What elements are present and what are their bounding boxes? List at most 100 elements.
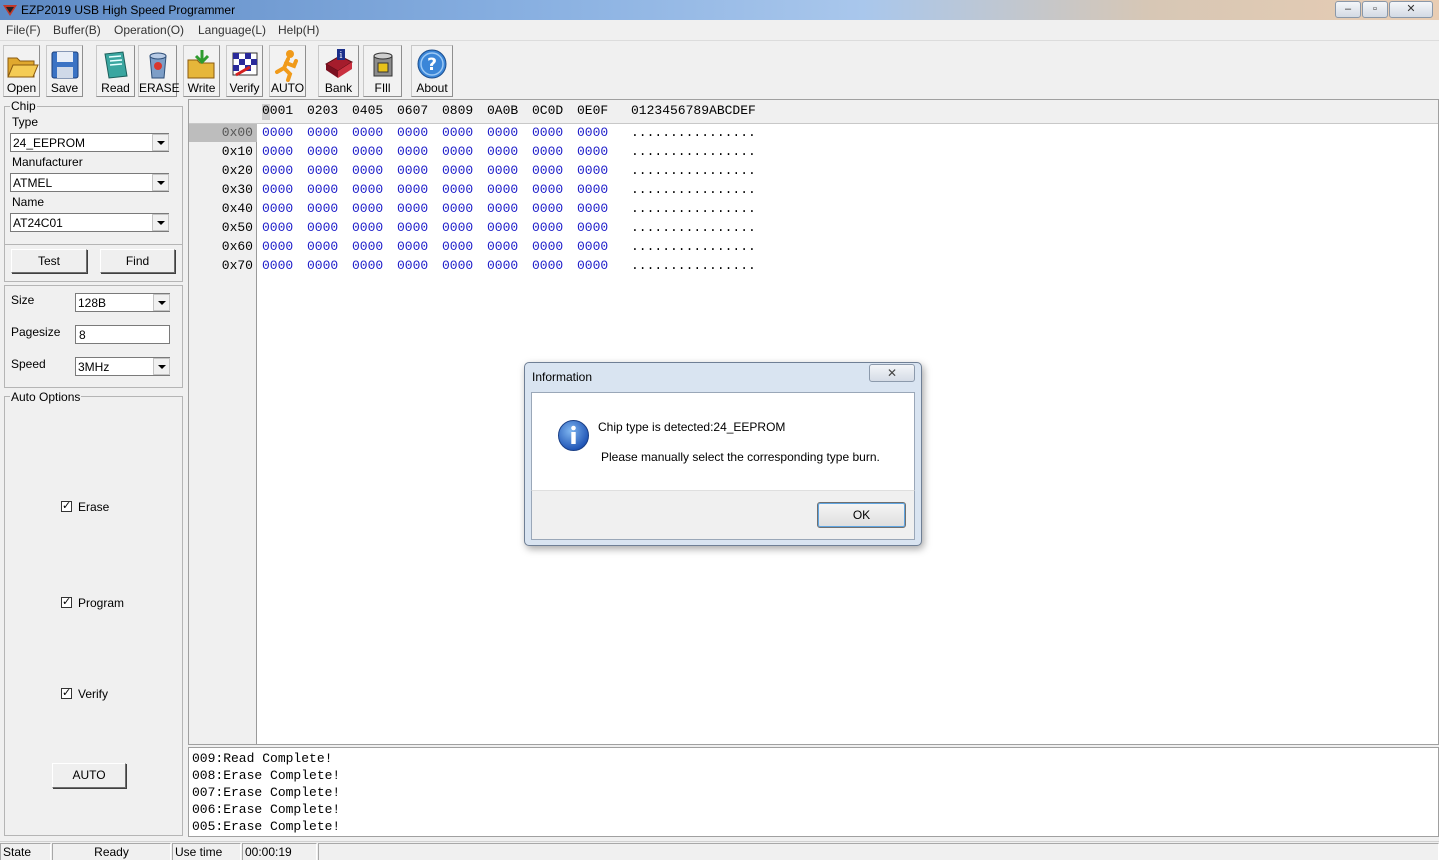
hex-cell: 0000 xyxy=(532,201,564,216)
dialog-message-line1: Chip type is detected:24_EEPROM xyxy=(598,420,786,434)
menu-buffer[interactable]: Buffer(B) xyxy=(53,23,101,37)
ascii-cell: ................ xyxy=(631,239,756,254)
hex-cell: 0000 xyxy=(577,182,609,197)
menu-operation[interactable]: Operation(O) xyxy=(114,23,184,37)
chevron-down-icon[interactable] xyxy=(152,134,169,151)
hex-cell: 0000 xyxy=(532,182,564,197)
hex-cell: 0000 xyxy=(487,239,519,254)
help-question-icon: ? xyxy=(417,49,447,79)
maximize-button[interactable]: ▫ xyxy=(1362,1,1388,18)
find-button[interactable]: Find xyxy=(100,249,175,273)
toolbar: Open Save Read ERASE Write Verify AUTO i… xyxy=(0,42,1439,98)
app-icon[interactable] xyxy=(2,2,18,18)
status-bar: State Ready Use time 00:00:19 xyxy=(0,841,1439,860)
speed-label: Speed xyxy=(11,357,46,371)
hex-cell: 0000 xyxy=(577,144,609,159)
bank-button[interactable]: i Bank xyxy=(318,45,359,97)
row-address: 0x40 xyxy=(221,201,253,216)
name-combo[interactable]: AT24C01 xyxy=(10,213,169,232)
hex-cell: 0000 xyxy=(532,163,564,178)
read-button[interactable]: Read xyxy=(96,45,135,97)
menu-language[interactable]: Language(L) xyxy=(198,23,266,37)
verify-checkbox[interactable] xyxy=(61,686,72,699)
hex-cell: 0000 xyxy=(577,239,609,254)
hex-column-header: 0203 xyxy=(307,103,339,118)
type-label: Type xyxy=(12,115,39,129)
chevron-down-icon[interactable] xyxy=(153,294,170,311)
name-value: AT24C01 xyxy=(13,216,63,230)
hex-cell: 0000 xyxy=(577,201,609,216)
auto-run-button[interactable]: AUTO xyxy=(52,763,126,788)
name-label: Name xyxy=(12,195,45,209)
hex-cell: 0000 xyxy=(532,125,564,140)
dialog-close-button[interactable]: ✕ xyxy=(869,364,915,382)
log-line: 006:Erase Complete! xyxy=(192,802,341,817)
hex-cell: 0000 xyxy=(442,125,474,140)
info-icon xyxy=(558,420,589,451)
type-combo[interactable]: 24_EEPROM xyxy=(10,133,169,152)
log-panel[interactable]: 009:Read Complete! 008:Erase Complete! 0… xyxy=(188,747,1439,837)
verify-button[interactable]: Verify xyxy=(226,45,263,97)
type-value: 24_EEPROM xyxy=(13,136,86,150)
manufacturer-label: Manufacturer xyxy=(12,155,83,169)
chevron-down-icon[interactable] xyxy=(153,358,170,375)
hex-cell: 0000 xyxy=(532,258,564,273)
hex-cell: 0000 xyxy=(262,201,294,216)
state-value: Ready xyxy=(52,843,171,860)
hex-column-header: 0809 xyxy=(442,103,474,118)
manufacturer-combo[interactable]: ATMEL xyxy=(10,173,169,192)
hex-cell: 0000 xyxy=(442,163,474,178)
hex-cell: 0000 xyxy=(352,163,384,178)
menu-help[interactable]: Help(H) xyxy=(278,23,319,37)
program-checkbox[interactable] xyxy=(61,595,72,608)
menu-file[interactable]: File(F) xyxy=(6,23,41,37)
hex-cell: 0000 xyxy=(397,258,429,273)
ok-button[interactable]: OK xyxy=(817,502,906,528)
open-button[interactable]: Open xyxy=(3,45,40,97)
hex-cell: 0000 xyxy=(442,144,474,159)
hex-cell: 0000 xyxy=(577,163,609,178)
verify-label: Verify xyxy=(229,81,260,95)
pagesize-input[interactable]: 8 xyxy=(75,325,170,344)
hex-cell: 0000 xyxy=(397,163,429,178)
left-panel: Chip Type 24_EEPROM Manufacturer ATMEL N… xyxy=(0,98,187,838)
save-button[interactable]: Save xyxy=(46,45,83,97)
log-line: 007:Erase Complete! xyxy=(192,785,341,800)
chevron-down-icon[interactable] xyxy=(152,174,169,191)
size-combo[interactable]: 128B xyxy=(75,293,170,312)
dialog-title: Information xyxy=(532,370,593,384)
hex-cell: 0000 xyxy=(397,182,429,197)
fill-label: FIll xyxy=(374,81,391,95)
ascii-cell: ................ xyxy=(631,220,756,235)
folder-open-icon xyxy=(6,57,39,78)
hex-cell: 0000 xyxy=(397,201,429,216)
write-folder-icon xyxy=(187,50,214,79)
state-label: State xyxy=(0,843,51,860)
chevron-down-icon[interactable] xyxy=(152,214,169,231)
speed-combo[interactable]: 3MHz xyxy=(75,357,170,376)
close-button[interactable]: ✕ xyxy=(1389,1,1433,18)
test-button[interactable]: Test xyxy=(11,249,87,273)
open-label: Open xyxy=(6,81,37,95)
hex-cell: 0000 xyxy=(307,144,339,159)
verify-option-label: Verify xyxy=(78,687,109,701)
minimize-button[interactable]: ‒ xyxy=(1335,1,1361,18)
hex-cell: 0000 xyxy=(532,239,564,254)
fill-button[interactable]: FIll xyxy=(363,45,402,97)
write-label: Write xyxy=(187,81,216,95)
hex-cell: 0000 xyxy=(397,125,429,140)
hex-cell: 0000 xyxy=(397,144,429,159)
log-line: 008:Erase Complete! xyxy=(192,768,341,783)
erase-button[interactable]: ERASE xyxy=(138,45,180,97)
row-address: 0x50 xyxy=(221,220,253,235)
title-bar: EZP2019 USB High Speed Programmer ‒ ▫ ✕ xyxy=(0,0,1439,20)
erase-checkbox[interactable] xyxy=(61,499,72,512)
row-address: 0x00 xyxy=(189,124,257,142)
write-button[interactable]: Write xyxy=(183,45,220,97)
row-address: 0x20 xyxy=(221,163,253,178)
auto-button[interactable]: AUTO xyxy=(269,45,306,97)
information-dialog: Information ✕ Chip type is detected:24_E… xyxy=(524,362,922,546)
pagesize-value: 8 xyxy=(79,328,86,342)
about-button[interactable]: ? About xyxy=(411,45,453,97)
hex-cell: 0000 xyxy=(577,125,609,140)
